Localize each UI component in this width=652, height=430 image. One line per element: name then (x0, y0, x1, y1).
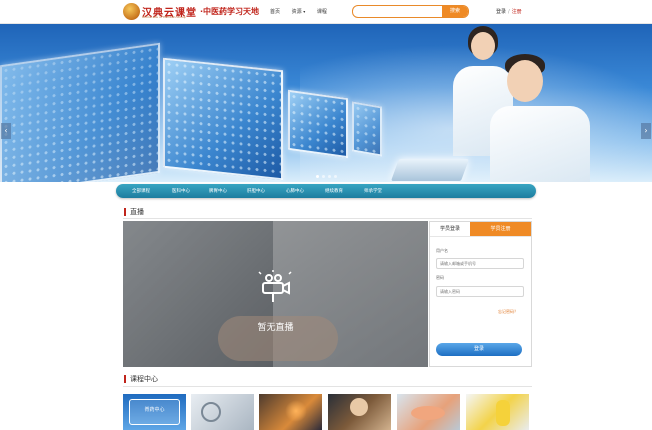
course-section-title: 课程中心 (124, 375, 158, 383)
banner-image-panel (0, 42, 160, 182)
banner-image-panel (163, 57, 283, 181)
category-heart-lung[interactable]: 心肺中心 (286, 188, 304, 194)
banner-image-panel (352, 101, 382, 157)
nav-item-resources[interactable]: 资源 ▾ (292, 8, 306, 15)
divider (123, 218, 532, 219)
login-button[interactable]: 登录 (436, 343, 522, 356)
course-thumbnail[interactable] (466, 394, 529, 430)
category-liver-gallbladder[interactable]: 肝胆中心 (247, 188, 265, 194)
course-thumbnail[interactable] (259, 394, 322, 430)
no-live-text: 暂无直播 (257, 323, 294, 333)
banner-prev-arrow-icon[interactable]: ‹ (1, 123, 11, 139)
category-mentorship[interactable]: 师承学堂 (364, 188, 382, 194)
logo-slogan: ·中医药学习天地 (200, 7, 260, 16)
live-section-title: 直播 (124, 208, 144, 216)
auth-separator: / (508, 9, 510, 15)
nav-item-home[interactable]: 首页 (270, 8, 280, 15)
forgot-password-link[interactable]: 忘记密码？ (498, 309, 518, 315)
password-field[interactable] (436, 286, 524, 297)
category-spleen-stomach[interactable]: 脾胃中心 (209, 188, 227, 194)
search-box: 搜索 (352, 5, 469, 18)
login-link[interactable]: 登录 (496, 9, 506, 15)
course-thumbnail[interactable] (328, 394, 391, 430)
logo-subtitle: Online edu of Handian Group (142, 15, 186, 19)
category-continuing-edu[interactable]: 继续教育 (325, 188, 343, 194)
register-link[interactable]: 注册 (512, 9, 522, 15)
course-thumbnail-label: 脊药中心 (144, 407, 165, 413)
course-thumbnail[interactable] (397, 394, 460, 430)
banner-pagination (316, 174, 340, 180)
banner-dot[interactable] (328, 175, 331, 178)
site-logo[interactable]: 汉典云课堂 Online edu of Handian Group ·中医药学习… (123, 3, 263, 21)
banner-image-panel (288, 89, 348, 159)
username-field[interactable] (436, 258, 524, 269)
course-thumbnail[interactable]: 脊药中心 (123, 394, 186, 430)
laptop-illustration (390, 159, 470, 181)
nav-item-resources-label: 资源 (291, 9, 302, 15)
divider (123, 386, 532, 387)
hero-banner[interactable]: ‹ › (0, 24, 652, 182)
category-all-courses[interactable]: 全部课程 (132, 188, 150, 194)
auth-links: 登录 / 注册 (496, 8, 522, 15)
login-tabs: 学员登录 学员注册 (430, 222, 531, 237)
search-button[interactable]: 搜索 (442, 6, 468, 17)
category-bar: 全部课程 医科中心 脾胃中心 肝胆中心 心肺中心 继续教育 师承学堂 (116, 184, 536, 198)
nav-item-courses[interactable]: 课程 (317, 8, 327, 15)
video-camera-icon (258, 270, 292, 302)
main-nav: 首页 资源 ▾ 课程 (270, 8, 337, 15)
doctor-illustration (490, 54, 590, 182)
banner-dot[interactable] (322, 175, 325, 178)
banner-dot[interactable] (334, 175, 337, 178)
tab-student-login[interactable]: 学员登录 (430, 222, 470, 236)
password-label: 密码 (436, 275, 444, 280)
category-medical-center[interactable]: 医科中心 (172, 188, 190, 194)
banner-next-arrow-icon[interactable]: › (641, 123, 651, 139)
logo-emblem-icon (123, 3, 140, 20)
banner-dot[interactable] (316, 175, 319, 178)
chevron-down-icon: ▾ (303, 9, 306, 14)
search-input[interactable] (353, 6, 443, 17)
tab-student-register[interactable]: 学员注册 (470, 222, 531, 236)
top-bar: 汉典云课堂 Online edu of Handian Group ·中医药学习… (0, 0, 652, 24)
course-thumbnail[interactable] (191, 394, 254, 430)
username-label: 用户名 (436, 248, 448, 253)
